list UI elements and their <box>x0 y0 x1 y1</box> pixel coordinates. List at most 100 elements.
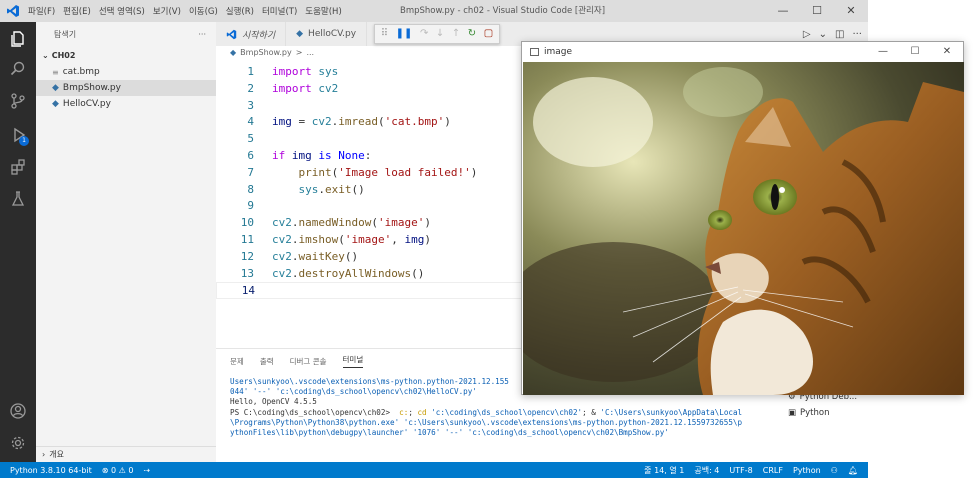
breadcrumb-separator: > <box>295 48 303 57</box>
testing-icon[interactable] <box>0 186 36 212</box>
feedback-icon[interactable]: ⚇ <box>831 466 838 475</box>
line-number: 11 <box>240 232 254 246</box>
more-actions-icon[interactable]: ··· <box>852 29 862 40</box>
panel-tab-3[interactable]: 터미널 <box>342 354 364 368</box>
line-content: if img is None: <box>272 148 372 162</box>
menu-item-2[interactable]: 선택 영역(S) <box>99 5 145 17</box>
file-hellocv-py[interactable]: ◆ HelloCV.py <box>36 96 216 112</box>
line-content <box>254 198 272 215</box>
opencv-image-window: image — ☐ ✕ <box>521 41 964 395</box>
line-number: 13 <box>240 266 254 280</box>
outline-label: 개요 <box>49 450 64 459</box>
minimize-button[interactable]: — <box>766 0 800 22</box>
outline-section[interactable]: › 개요 <box>36 446 216 462</box>
chevron-right-icon: › <box>42 450 46 459</box>
status-bar: Python 3.8.10 64-bit ⊗ 0 ⚠ 0 ⇢ 줄 14, 열 1… <box>0 462 868 478</box>
python-file-icon: ◆ <box>296 29 304 39</box>
close-button[interactable]: ✕ <box>834 0 868 22</box>
search-icon[interactable] <box>0 56 36 82</box>
terminal-line: PS C:\coding\ds_school\opencv\ch02> c:; … <box>230 407 743 417</box>
activity-bar: 1 <box>0 22 36 462</box>
title-bar: 파일(F) 편집(E) 선택 영역(S) 보기(V) 이동(G) 실행(R) 터미널(T) 도… <box>0 0 868 22</box>
close-button[interactable]: ✕ <box>931 42 963 62</box>
window-title: BmpShow.py - ch02 - Visual Studio Code [… <box>400 6 606 16</box>
vscode-logo-icon <box>0 0 26 22</box>
minimize-button[interactable]: — <box>867 42 899 62</box>
source-control-icon[interactable] <box>0 88 36 114</box>
explorer-sidebar: 탐색기 ··· ⌄ CH02 ≡ cat.bmp ◆ BmpShow.py ◆ … <box>36 22 216 462</box>
problems-count[interactable]: ⊗ 0 ⚠ 0 <box>102 466 134 475</box>
tab-label: HelloCV.py <box>308 29 357 39</box>
line-content <box>254 98 272 115</box>
python-interpreter[interactable]: Python 3.8.10 64-bit <box>10 466 92 475</box>
panel-tab-0[interactable]: 문제 <box>230 356 244 367</box>
stop-icon[interactable]: ▢ <box>484 29 493 39</box>
step-into-icon[interactable]: ↓ <box>436 29 444 39</box>
maximize-button[interactable]: ☐ <box>899 42 931 62</box>
terminal-line: ythonFiles\lib\python\debugpy\launcher' … <box>230 428 669 438</box>
cursor-position[interactable]: 줄 14, 열 1 <box>644 465 684 476</box>
menu-item-7[interactable]: 도움말(H) <box>305 5 341 17</box>
line-content: import sys <box>272 65 339 78</box>
notifications-bell-icon[interactable]: 🔔︎ <box>848 466 858 475</box>
restart-icon[interactable]: ↻ <box>468 29 476 39</box>
debug-badge: 1 <box>19 136 29 146</box>
account-icon[interactable] <box>0 398 36 424</box>
panel-tab-1[interactable]: 출력 <box>260 356 274 367</box>
line-number: 8 <box>247 182 254 196</box>
terminal-line: Hello, OpenCV 4.5.5 <box>230 397 317 407</box>
line-number: 6 <box>247 148 254 162</box>
line-content: print('Image load failed!') <box>298 165 478 179</box>
menu-item-5[interactable]: 실행(R) <box>226 5 254 17</box>
language-mode[interactable]: Python <box>793 466 821 475</box>
explorer-more-button[interactable]: ··· <box>198 30 206 39</box>
file-label: cat.bmp <box>62 67 100 77</box>
text-file-icon: ≡ <box>52 67 59 77</box>
line-number: 12 <box>240 249 254 263</box>
terminal-icon: ▣ <box>788 408 797 418</box>
menu-item-1[interactable]: 편집(E) <box>63 5 91 17</box>
run-debug-icon[interactable]: 1 <box>0 122 36 148</box>
folder-ch02[interactable]: ⌄ CH02 <box>36 46 216 64</box>
file-cat-bmp[interactable]: ≡ cat.bmp <box>36 64 216 80</box>
tab-hellocv[interactable]: ◆ HelloCV.py <box>286 22 368 46</box>
step-over-icon[interactable]: ↷ <box>420 29 428 39</box>
menu-item-6[interactable]: 터미널(T) <box>262 5 297 17</box>
line-number: 10 <box>240 216 254 230</box>
live-share-icon[interactable]: ⇢ <box>143 466 150 475</box>
step-out-icon[interactable]: ↑ <box>452 29 460 39</box>
drag-handle-icon[interactable]: ⠿ <box>381 29 388 39</box>
chevron-down-icon[interactable]: ⌄ <box>819 29 827 40</box>
menu-bar: 파일(F) 편집(E) 선택 영역(S) 보기(V) 이동(G) 실행(R) 터미널(T) 도… <box>28 5 342 17</box>
line-content <box>254 131 272 148</box>
breadcrumb-file[interactable]: BmpShow.py <box>240 48 292 57</box>
encoding[interactable]: UTF-8 <box>729 466 752 475</box>
line-number: 7 <box>247 165 254 179</box>
indentation[interactable]: 공백: 4 <box>694 465 719 476</box>
pause-icon[interactable]: ❚❚ <box>396 29 413 39</box>
menu-item-3[interactable]: 보기(V) <box>153 5 181 17</box>
extensions-icon[interactable] <box>0 154 36 180</box>
split-editor-icon[interactable]: ◫ <box>835 29 844 40</box>
chevron-down-icon: ⌄ <box>42 50 49 60</box>
run-icon[interactable]: ▷ <box>803 29 811 40</box>
menu-item-0[interactable]: 파일(F) <box>28 5 55 17</box>
tab-getting-started[interactable]: 시작하기 <box>216 22 287 46</box>
file-bmpshow-py[interactable]: ◆ BmpShow.py <box>36 80 216 96</box>
settings-gear-icon[interactable] <box>0 430 36 456</box>
explorer-icon[interactable] <box>0 26 36 52</box>
panel-tab-2[interactable]: 디버그 콘솔 <box>290 356 327 367</box>
line-number: 9 <box>247 199 254 213</box>
breadcrumb-rest[interactable]: ... <box>306 48 314 57</box>
tab-label: 시작하기 <box>242 30 276 41</box>
line-ending[interactable]: CRLF <box>763 466 783 475</box>
line-content: sys.exit() <box>298 182 365 196</box>
window-icon <box>530 48 539 56</box>
terminal-list-item[interactable]: ▣ Python <box>788 405 868 421</box>
maximize-button[interactable]: ☐ <box>800 0 834 22</box>
explorer-title: 탐색기 <box>54 29 77 39</box>
folder-label: CH02 <box>51 50 76 60</box>
line-number: 2 <box>247 81 254 95</box>
menu-item-4[interactable]: 이동(G) <box>189 5 218 17</box>
line-content: import cv2 <box>272 81 339 95</box>
